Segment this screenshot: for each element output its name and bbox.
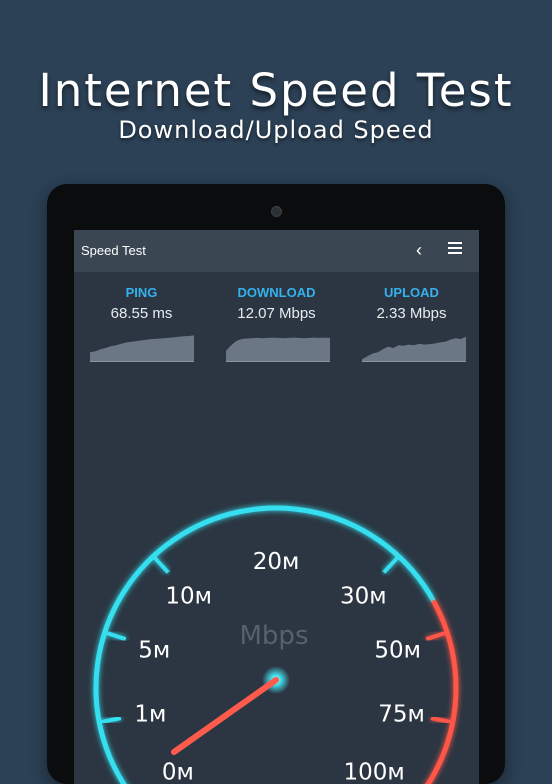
app-screen: Speed Test ‹ PING 68.55 ms DOWNLOAD 12.0… <box>74 230 479 784</box>
gauge-tick <box>106 631 127 642</box>
promo-headline: Internet Speed Test <box>38 64 514 117</box>
upload-value: 2.33 Mbps <box>376 305 447 322</box>
ping-stat: PING 68.55 ms <box>74 272 209 322</box>
gauge-tick-label: 5м <box>138 637 170 663</box>
gauge-arc-high <box>425 599 459 784</box>
hamburger-menu-icon[interactable] <box>446 239 464 259</box>
gauge-tick-label: 0м <box>162 759 194 784</box>
gauge-tick-label: 100м <box>343 759 404 784</box>
camera-icon <box>271 206 282 217</box>
download-value: 12.07 Mbps <box>237 305 316 322</box>
sparkline-area <box>90 335 194 362</box>
app-bar: Speed Test ‹ <box>74 230 479 272</box>
tablet-frame: Speed Test ‹ PING 68.55 ms DOWNLOAD 12.0… <box>47 184 505 784</box>
gauge-tick-label: 10м <box>165 583 212 609</box>
speed-stats: PING 68.55 ms DOWNLOAD 12.07 Mbps UPLOAD… <box>74 272 479 362</box>
gauge-tick <box>153 556 170 574</box>
gauge-tick-label: 75м <box>378 701 425 727</box>
download-label: DOWNLOAD <box>237 285 316 300</box>
gauge-tick <box>430 716 452 724</box>
upload-stat: UPLOAD 2.33 Mbps <box>344 272 479 322</box>
gauge-unit-label: Mbps <box>240 621 309 651</box>
speedometer-gauge: Mbps 0м 1м 5м 10м 20м 30м 50м 75м 100м <box>93 505 459 784</box>
chevron-left-icon[interactable]: ‹ <box>408 238 430 262</box>
gauge-needle <box>171 677 279 755</box>
sparkline-area <box>226 337 330 362</box>
ping-sparkline <box>90 335 194 362</box>
download-sparkline <box>226 337 330 362</box>
upload-label: UPLOAD <box>384 285 439 300</box>
upload-sparkline <box>362 336 466 362</box>
gauge-tick <box>425 631 446 642</box>
gauge-tick-label: 20м <box>253 549 300 575</box>
promo-subheadline: Download/Upload Speed <box>118 116 434 144</box>
download-stat: DOWNLOAD 12.07 Mbps <box>209 272 344 322</box>
app-title: Speed Test <box>81 243 146 258</box>
gauge-tick-label: 1м <box>134 701 166 727</box>
gauge-tick-label: 30м <box>340 583 387 609</box>
ping-label: PING <box>125 285 158 300</box>
gauge-tick <box>100 716 122 724</box>
ping-value: 68.55 ms <box>110 305 173 322</box>
gauge-tick-label: 50м <box>374 637 421 663</box>
gauge-tick <box>382 556 399 574</box>
sparkline-area <box>362 336 466 362</box>
